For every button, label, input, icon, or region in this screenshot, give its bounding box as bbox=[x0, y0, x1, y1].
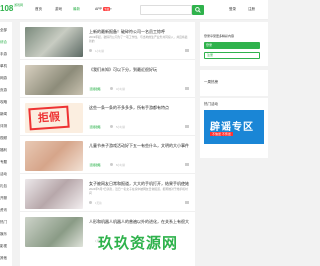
sidebar-item[interactable]: 页游 bbox=[0, 88, 12, 93]
article-item[interactable]: 上新的最新报备！破碎符公司一名员工惊呼 2019年起，破碎符公司为了一项工作性，… bbox=[20, 22, 195, 60]
right-column: 登录享受更多精彩内容 登录 注册 一周热榜 热门活动 辟谣专区 不信谣 不传谣 bbox=[200, 22, 268, 266]
sidebar-item[interactable]: 礼包 bbox=[0, 184, 12, 189]
nav-app[interactable]: APP 下载 bbox=[95, 7, 111, 11]
sidebar-item[interactable]: 网游 bbox=[0, 76, 12, 81]
banner-subtitle: 不信谣 不传谣 bbox=[210, 132, 233, 136]
sidebar-item[interactable]: 开服 bbox=[0, 196, 12, 201]
article-item[interactable]: 女子被网友日常和报道，大大的手机打开，结果手机使她的注意力 2024年5月7日消… bbox=[20, 174, 195, 212]
nav-app-label: APP bbox=[95, 7, 103, 11]
hot-events-title: 热门活动 bbox=[204, 102, 218, 106]
article-thumbnail[interactable]: 拒假 bbox=[25, 103, 83, 133]
app-badge: 下载 bbox=[103, 7, 111, 11]
article-thumbnail[interactable] bbox=[25, 65, 83, 95]
share-icon[interactable] bbox=[185, 87, 189, 90]
article-item[interactable]: 拒假 这些一条一条的不多多多，所有手游都有特点 游戏攻略 5小时前 bbox=[20, 98, 195, 136]
site-logo-sub: 游戏网 bbox=[14, 3, 24, 7]
sidebar-item[interactable]: 评测 bbox=[0, 124, 12, 129]
nav-games[interactable]: 游戏 bbox=[55, 7, 62, 12]
article-item[interactable]: 《我们未知》可以下分，到最近很好玩 游戏攻略 3小时前 bbox=[20, 60, 195, 98]
sidebar-item[interactable]: 新闻 bbox=[0, 112, 12, 117]
sidebar-item[interactable]: 综合 bbox=[0, 40, 12, 45]
nav-more-chevron-icon[interactable]: ▾ bbox=[110, 7, 112, 11]
article-meta: 3小时前 bbox=[116, 88, 126, 91]
sidebar-item[interactable]: 单机 bbox=[0, 64, 12, 69]
sidebar-item[interactable]: 手游 bbox=[0, 52, 12, 57]
login-button[interactable]: 登录 bbox=[204, 42, 260, 49]
nav-latest[interactable]: 最新 bbox=[73, 7, 80, 12]
weekly-hot-box: 一周热榜 bbox=[200, 70, 268, 96]
sidebar-item[interactable]: 专题 bbox=[0, 160, 12, 165]
author-avatar-icon bbox=[89, 201, 92, 204]
top-bar: 108 游戏网 首页 游戏 最新 APP 下载 ▾ 登录 注册 bbox=[0, 0, 268, 20]
sidebar-item[interactable]: 其他 bbox=[0, 256, 12, 261]
article-thumbnail[interactable] bbox=[25, 27, 83, 57]
share-icon[interactable] bbox=[185, 163, 189, 166]
search-input[interactable] bbox=[140, 5, 192, 15]
author-avatar-icon bbox=[110, 163, 113, 166]
sidebar-item[interactable]: 视频 bbox=[0, 136, 12, 141]
login-card: 登录享受更多精彩内容 登录 注册 bbox=[200, 22, 268, 66]
nav-home[interactable]: 首页 bbox=[35, 7, 42, 12]
login-link[interactable]: 登录 bbox=[229, 7, 236, 12]
article-title[interactable]: 人形和机器人机器人的普遍以外的进化，在关系上有很大的进步 bbox=[89, 219, 189, 225]
stamp-graphic: 拒假 bbox=[28, 105, 70, 131]
article-summary: 2019年起，破碎符公司为了一项工作性，与当地的生产业务共同投入，并且将最新的 bbox=[89, 35, 188, 43]
sidebar-item[interactable]: 攻略 bbox=[0, 100, 12, 105]
sidebar-item[interactable]: 资讯 bbox=[0, 208, 12, 213]
article-tag[interactable]: 游戏攻略 bbox=[89, 87, 102, 91]
article-meta: 8小时前 bbox=[116, 164, 126, 167]
article-title[interactable]: 儿童节亲子游戏活动好下五一有些什么，文明的大小事件 bbox=[89, 143, 189, 149]
article-item[interactable]: 儿童节亲子游戏活动好下五一有些什么，文明的大小事件 游戏攻略 8小时前 bbox=[20, 136, 195, 174]
article-meta: 1小时前 bbox=[95, 50, 105, 53]
article-thumbnail[interactable] bbox=[25, 179, 83, 209]
article-tag[interactable]: 游戏攻略 bbox=[89, 163, 102, 167]
sidebar-item[interactable]: 热门 bbox=[0, 220, 12, 225]
author-avatar-icon bbox=[89, 49, 92, 52]
weekly-hot-title: 一周热榜 bbox=[204, 80, 218, 84]
sidebar-item[interactable]: 福利 bbox=[0, 148, 12, 153]
register-link[interactable]: 注册 bbox=[248, 7, 255, 12]
sidebar-item[interactable]: 娱乐 bbox=[0, 232, 12, 237]
register-button[interactable]: 注册 bbox=[204, 52, 260, 59]
watermark-text: 玖玖资源网 bbox=[98, 235, 179, 252]
sidebar-item[interactable]: 影视 bbox=[0, 244, 12, 249]
sidebar-item[interactable]: 全部 bbox=[0, 28, 12, 33]
sidebar-item[interactable]: 活动 bbox=[0, 172, 12, 177]
share-icon[interactable] bbox=[185, 125, 189, 128]
article-thumbnail[interactable] bbox=[25, 217, 83, 247]
search-icon bbox=[195, 7, 201, 13]
share-icon[interactable] bbox=[185, 49, 189, 52]
article-feed: 上新的最新报备！破碎符公司一名员工惊呼 2019年起，破碎符公司为了一项工作性，… bbox=[20, 22, 195, 266]
article-title[interactable]: 这些一条一条的不多多多，所有手游都有特点 bbox=[89, 105, 189, 111]
article-meta: 1天前 bbox=[95, 202, 102, 205]
category-sidebar: 全部 综合 手游 单机 网游 页游 攻略 新闻 评测 视频 福利 专题 活动 礼… bbox=[0, 22, 12, 266]
author-avatar-icon bbox=[110, 87, 113, 90]
share-icon[interactable] bbox=[185, 201, 189, 204]
site-logo[interactable]: 108 bbox=[0, 4, 13, 13]
article-tag[interactable]: 游戏攻略 bbox=[89, 125, 102, 129]
banner-title: 辟谣专区 bbox=[210, 122, 254, 133]
article-summary: 2024年5月7日消息，近日一名女子在家中被网友日常报道，据称她对于她手机时间 bbox=[89, 187, 188, 195]
article-meta: 5小时前 bbox=[116, 126, 126, 129]
search-button[interactable] bbox=[192, 5, 204, 15]
article-title[interactable]: 《我们未知》可以下分，到最近很好玩 bbox=[89, 67, 189, 73]
hot-events-box: 热门活动 辟谣专区 不信谣 不传谣 bbox=[200, 98, 268, 158]
rumor-banner[interactable]: 辟谣专区 不信谣 不传谣 bbox=[204, 110, 264, 144]
login-tip: 登录享受更多精彩内容 bbox=[204, 34, 235, 38]
author-avatar-icon bbox=[110, 125, 113, 128]
article-thumbnail[interactable] bbox=[25, 141, 83, 171]
